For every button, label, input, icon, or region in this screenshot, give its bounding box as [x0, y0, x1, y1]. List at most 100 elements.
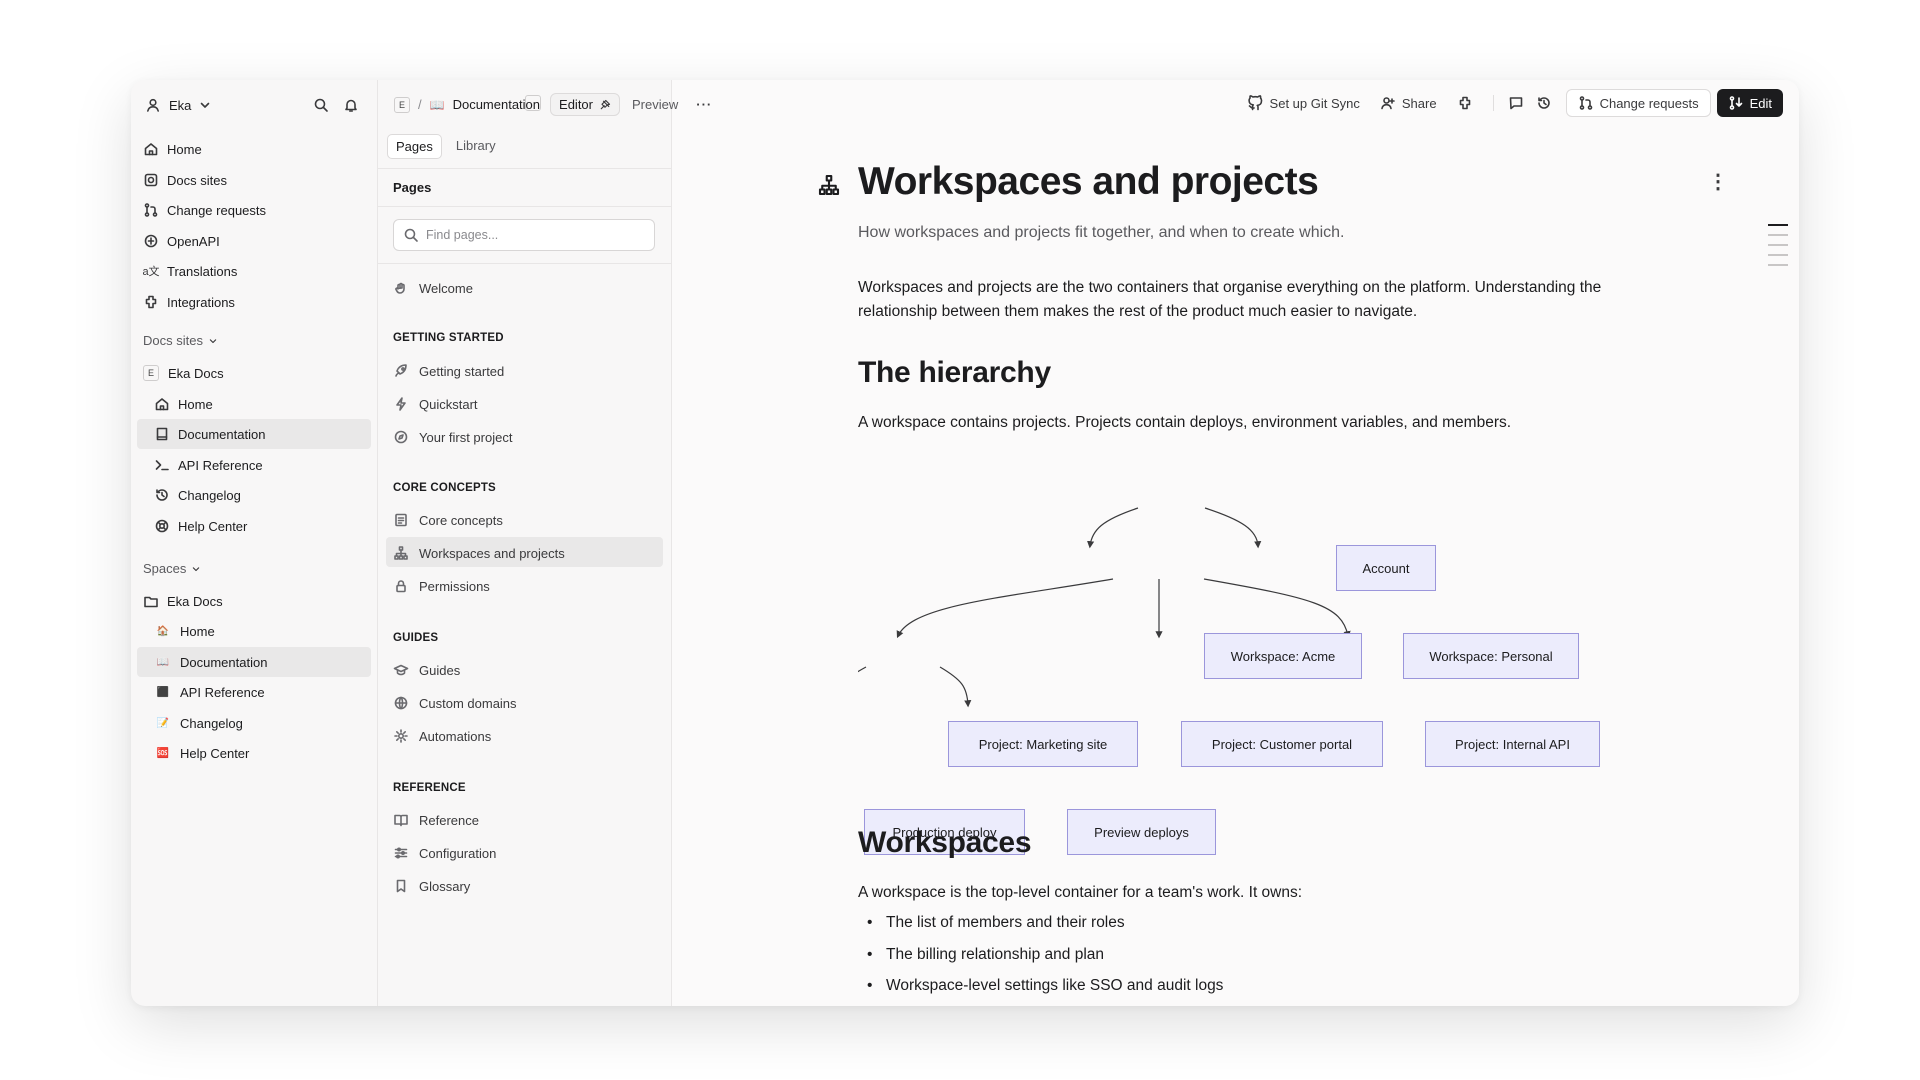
space-item-home[interactable]: 🏠 Home	[156, 620, 215, 642]
user-menu[interactable]: Eka	[145, 94, 213, 116]
chevron-down-icon	[197, 97, 213, 113]
toc-marker[interactable]	[1768, 234, 1788, 236]
node-project-marketing: Project: Marketing site	[948, 721, 1138, 767]
bell-icon[interactable]	[343, 97, 359, 113]
toc-marker[interactable]	[1768, 254, 1788, 256]
divider	[378, 168, 673, 169]
page-item-core-concepts[interactable]: Core concepts	[393, 509, 503, 531]
group-title: GETTING STARTED	[393, 332, 504, 344]
openapi-icon	[143, 233, 159, 249]
docs-site-eka-docs[interactable]: E Eka Docs	[143, 362, 224, 384]
page-item-label: Guides	[419, 662, 461, 678]
group-title: GUIDES	[393, 632, 439, 644]
page-item-label: Reference	[419, 812, 479, 828]
book-emoji-icon: 📖	[156, 656, 170, 668]
group-title: CORE CONCEPTS	[393, 482, 496, 494]
space-item-api-reference[interactable]: ⬛ API Reference	[156, 681, 265, 703]
page-item-automations[interactable]: Automations	[393, 725, 491, 747]
workspaces-paragraph: A workspace is the top-level container f…	[858, 884, 1303, 901]
docs-site-item-help-center[interactable]: Help Center	[154, 515, 247, 537]
page-item-welcome[interactable]: Welcome	[393, 277, 473, 299]
space-item-changelog[interactable]: 📝 Changelog	[156, 712, 243, 734]
toc-marker[interactable]	[1768, 244, 1788, 246]
docs-sites-icon	[143, 172, 159, 188]
sos-emoji-icon: 🆘	[156, 747, 170, 759]
page-item-glossary[interactable]: Glossary	[393, 875, 470, 897]
sliders-icon	[393, 845, 409, 861]
space-item-help-center[interactable]: 🆘 Help Center	[156, 742, 250, 764]
tab-pages[interactable]: Pages	[387, 134, 442, 159]
page-item-label: Welcome	[419, 280, 473, 296]
sidebar-item-openapi[interactable]: OpenAPI	[143, 230, 220, 252]
sidebar-item-home[interactable]: Home	[143, 138, 202, 160]
divider	[378, 263, 673, 264]
docs-site-item-home[interactable]: Home	[154, 393, 213, 415]
translations-icon: a文	[142, 266, 160, 278]
page-item-label: Glossary	[419, 878, 471, 894]
node-project-api: Project: Internal API	[1425, 721, 1600, 767]
sidebar-item-label: Help Center	[180, 745, 250, 761]
editor-label: Editor	[559, 97, 593, 112]
user-name: Eka	[169, 97, 192, 113]
sidebar-item-integrations[interactable]: Integrations	[143, 291, 235, 313]
space-badge[interactable]: E	[394, 96, 410, 113]
book-emoji-icon: 📖	[429, 97, 445, 112]
sidebar: Eka Home Docs sites Change requests Open…	[131, 80, 377, 1006]
page-item-label: Permissions	[419, 578, 490, 594]
sidebar-item-label: Documentation	[178, 426, 266, 442]
docs-sites-section-header[interactable]: Docs sites	[143, 333, 219, 348]
page-item-quickstart[interactable]: Quickstart	[393, 393, 478, 415]
folder-icon	[143, 593, 159, 609]
heading-hierarchy: The hierarchy	[858, 356, 1051, 389]
page-item-configuration[interactable]: Configuration	[393, 842, 496, 864]
site-badge: E	[143, 365, 159, 381]
globe-icon	[393, 695, 409, 711]
sidebar-item-label: API Reference	[180, 684, 265, 700]
home-emoji-icon: 🏠	[156, 625, 170, 637]
docs-site-item-api-reference[interactable]: API Reference	[154, 454, 263, 476]
sidebar-item-label: API Reference	[178, 457, 263, 473]
sidebar-item-change-requests[interactable]: Change requests	[143, 199, 266, 221]
book-open-icon	[393, 812, 409, 828]
sidebar-item-translations[interactable]: a文 Translations	[142, 260, 237, 282]
lifebuoy-icon	[154, 518, 170, 534]
sidebar-item-label: Home	[178, 396, 213, 412]
docs-site-item-changelog[interactable]: Changelog	[154, 484, 241, 506]
page-options-icon[interactable]: ⋮	[1708, 172, 1728, 192]
document: Workspaces and projects ⋮ How workspaces…	[672, 80, 1799, 1006]
page-item-reference[interactable]: Reference	[393, 809, 479, 831]
editor-mode-button[interactable]: Editor	[550, 93, 620, 116]
page-item-permissions[interactable]: Permissions	[393, 575, 490, 597]
sidebar-item-label: Eka Docs	[168, 365, 224, 381]
chevron-down-icon	[207, 335, 219, 347]
user-icon	[145, 97, 161, 113]
app-window: Eka Home Docs sites Change requests Open…	[131, 80, 1799, 1006]
spaces-section-header[interactable]: Spaces	[143, 561, 202, 576]
workspace-owns-list: The list of members and their roles The …	[858, 907, 1223, 1002]
pin-icon	[599, 99, 611, 111]
memo-emoji-icon: 📝	[156, 717, 170, 729]
space-name[interactable]: Documentation	[453, 97, 540, 112]
page-item-guides[interactable]: Guides	[393, 659, 460, 681]
sidebar-item-label: Changelog	[180, 715, 243, 731]
toc-marker-active[interactable]	[1768, 224, 1788, 226]
search-input[interactable]	[426, 228, 646, 242]
sidebar-item-docs-sites[interactable]: Docs sites	[143, 169, 227, 191]
search-icon[interactable]	[313, 97, 329, 113]
breadcrumb: E / 📖 Documentation Editor Preview ···	[394, 93, 712, 116]
heading-workspaces: Workspaces	[858, 826, 1032, 859]
toc-marker[interactable]	[1768, 264, 1788, 266]
node-project-portal: Project: Customer portal	[1181, 721, 1383, 767]
tab-library[interactable]: Library	[448, 134, 504, 159]
page-item-getting-started[interactable]: Getting started	[393, 360, 504, 382]
space-item-documentation[interactable]: 📖 Documentation	[156, 651, 268, 673]
find-pages-search[interactable]	[393, 219, 655, 251]
page-item-your-first-project[interactable]: Your first project	[393, 426, 512, 448]
page-item-workspaces-and-projects[interactable]: Workspaces and projects	[393, 542, 565, 564]
hierarchy-paragraph: A workspace contains projects. Projects …	[858, 414, 1512, 431]
docs-site-item-documentation[interactable]: Documentation	[154, 423, 265, 445]
space-eka-docs[interactable]: Eka Docs	[143, 590, 223, 612]
sidebar-item-label: Eka Docs	[167, 593, 223, 609]
page-title: Workspaces and projects	[858, 160, 1319, 203]
page-item-custom-domains[interactable]: Custom domains	[393, 692, 517, 714]
